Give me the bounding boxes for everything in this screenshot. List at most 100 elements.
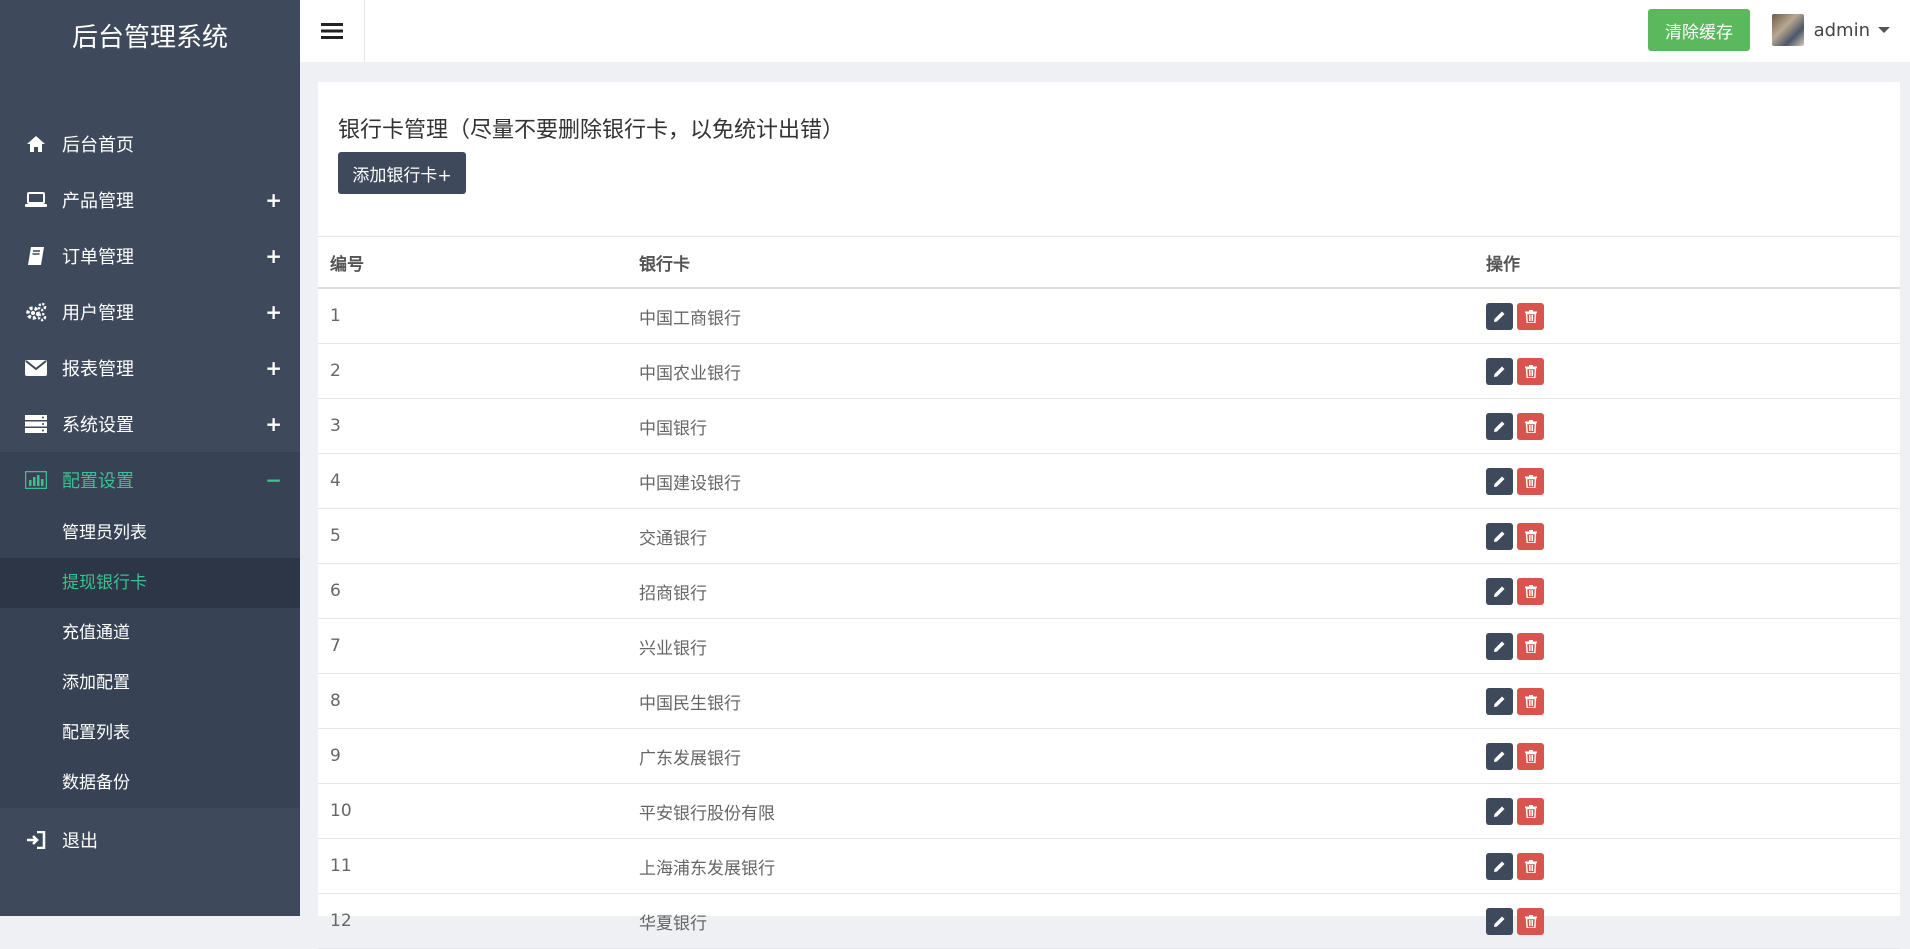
trash-icon (1524, 419, 1537, 433)
cell-id: 11 (318, 838, 627, 894)
sidebar-item-label: 报表管理 (62, 359, 134, 380)
sidebar-item-system[interactable]: 系统设置 + (0, 396, 300, 452)
app-brand: 后台管理系统 (71, 23, 228, 53)
delete-button[interactable] (1517, 467, 1544, 495)
trash-icon (1524, 749, 1537, 763)
edit-button[interactable] (1486, 632, 1513, 660)
clear-cache-button[interactable]: 清除缓存 (1648, 9, 1750, 51)
cell-bank-name: 交通银行 (627, 508, 1474, 564)
sidebar-item-products[interactable]: 产品管理 + (0, 172, 300, 228)
edit-button[interactable] (1486, 852, 1513, 880)
sidebar-item-orders[interactable]: 订单管理 + (0, 228, 300, 284)
sidebar-item-label: 配置设置 (62, 471, 134, 492)
pencil-icon (1494, 476, 1505, 487)
delete-button[interactable] (1517, 742, 1544, 770)
pencil-icon (1494, 806, 1505, 817)
envelope-icon (24, 356, 48, 380)
submenu-item-config-list[interactable]: 配置列表 (0, 708, 300, 758)
submenu-item-data-backup[interactable]: 数据备份 (0, 758, 300, 808)
trash-icon (1524, 804, 1537, 818)
pencil-icon (1494, 861, 1505, 872)
cell-bank-name: 中国建设银行 (627, 453, 1474, 509)
submenu-item-add-config[interactable]: 添加配置 (0, 658, 300, 708)
trash-icon (1524, 309, 1537, 323)
pencil-icon (1494, 916, 1505, 927)
content-panel: 银行卡管理（尽量不要删除银行卡，以免统计出错） 添加银行卡+ 编号 银行卡 操作… (318, 82, 1900, 949)
delete-button[interactable] (1517, 357, 1544, 385)
delete-button[interactable] (1517, 302, 1544, 330)
table-body: 1 中国工商银行 2 中国农业银行 3 中国银行 4 中国建设银行 5 交通银行… (318, 288, 1900, 949)
trash-icon (1524, 694, 1537, 708)
cell-actions (1474, 893, 1900, 949)
cell-bank-name: 中国民生银行 (627, 673, 1474, 729)
delete-button[interactable] (1517, 687, 1544, 715)
sidebar-item-users[interactable]: 用户管理 + (0, 284, 300, 340)
pencil-icon (1494, 366, 1505, 377)
sidebar-item-label: 后台首页 (62, 135, 134, 156)
table-row: 7 兴业银行 (318, 618, 1900, 674)
column-header-actions: 操作 (1474, 236, 1900, 289)
delete-button[interactable] (1517, 852, 1544, 880)
cell-actions (1474, 563, 1900, 619)
edit-button[interactable] (1486, 302, 1513, 330)
trash-icon (1524, 914, 1537, 928)
pencil-icon (1494, 531, 1505, 542)
sidebar-item-label: 退出 (62, 831, 98, 852)
caret-down-icon (1878, 27, 1890, 33)
menu-toggle-icon[interactable] (300, 0, 365, 62)
edit-button[interactable] (1486, 357, 1513, 385)
expand-icon: + (265, 412, 282, 436)
cell-bank-name: 中国银行 (627, 398, 1474, 454)
edit-button[interactable] (1486, 467, 1513, 495)
cell-actions (1474, 838, 1900, 894)
submenu-item-withdraw-cards[interactable]: 提现银行卡 (0, 558, 300, 608)
cell-id: 2 (318, 343, 627, 399)
cell-id: 4 (318, 453, 627, 509)
edit-button[interactable] (1486, 577, 1513, 605)
expand-icon: + (265, 244, 282, 268)
delete-button[interactable] (1517, 522, 1544, 550)
table-row: 4 中国建设银行 (318, 453, 1900, 509)
submenu-item-admin-list[interactable]: 管理员列表 (0, 508, 300, 558)
edit-button[interactable] (1486, 687, 1513, 715)
trash-icon (1524, 474, 1537, 488)
edit-button[interactable] (1486, 522, 1513, 550)
table-row: 2 中国农业银行 (318, 343, 1900, 399)
trash-icon (1524, 364, 1537, 378)
sidebar-menu: 后台首页 产品管理 + 订单管理 + 用户管理 + 报表管理 + 系统设置 + … (0, 116, 300, 868)
sidebar: 后台管理系统 后台首页 产品管理 + 订单管理 + 用户管理 + 报表管理 + … (0, 0, 300, 916)
add-bank-card-button[interactable]: 添加银行卡+ (338, 152, 466, 194)
table-row: 11 上海浦东发展银行 (318, 838, 1900, 894)
cell-bank-name: 上海浦东发展银行 (627, 838, 1474, 894)
sidebar-item-home[interactable]: 后台首页 (0, 116, 300, 172)
delete-button[interactable] (1517, 577, 1544, 605)
delete-button[interactable] (1517, 907, 1544, 935)
cell-id: 6 (318, 563, 627, 619)
username: admin (1813, 19, 1870, 41)
cell-id: 5 (318, 508, 627, 564)
expand-icon: + (265, 188, 282, 212)
edit-button[interactable] (1486, 907, 1513, 935)
delete-button[interactable] (1517, 412, 1544, 440)
sidebar-item-label: 订单管理 (62, 247, 134, 268)
user-menu[interactable]: admin (1771, 14, 1890, 46)
submenu-item-recharge-channel[interactable]: 充值通道 (0, 608, 300, 658)
cell-id: 9 (318, 728, 627, 784)
edit-button[interactable] (1486, 742, 1513, 770)
cell-bank-name: 兴业银行 (627, 618, 1474, 674)
column-header-id: 编号 (318, 236, 627, 289)
edit-button[interactable] (1486, 797, 1513, 825)
delete-button[interactable] (1517, 797, 1544, 825)
sidebar-item-config[interactable]: 配置设置 − (0, 452, 300, 508)
cell-bank-name: 招商银行 (627, 563, 1474, 619)
expand-icon: + (265, 300, 282, 324)
pencil-icon (1494, 696, 1505, 707)
sidebar-item-reports[interactable]: 报表管理 + (0, 340, 300, 396)
delete-button[interactable] (1517, 632, 1544, 660)
cell-actions (1474, 783, 1900, 839)
edit-button[interactable] (1486, 412, 1513, 440)
cell-id: 12 (318, 893, 627, 949)
cell-id: 7 (318, 618, 627, 674)
sidebar-item-logout[interactable]: 退出 (0, 812, 300, 868)
table-row: 8 中国民生银行 (318, 673, 1900, 729)
